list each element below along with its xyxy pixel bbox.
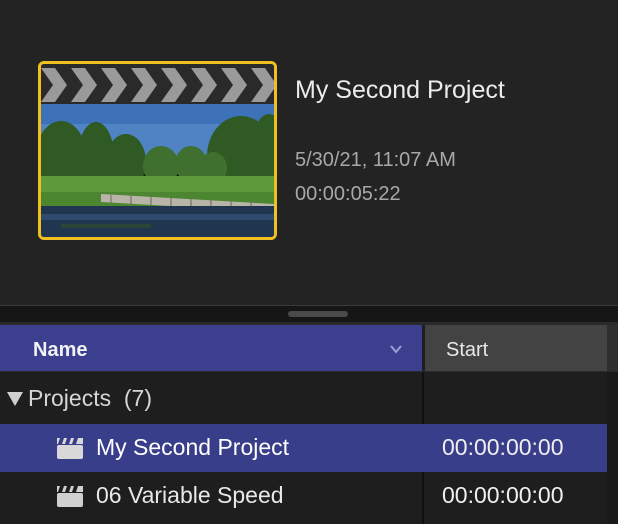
project-date: 5/30/21, 11:07 AM <box>295 149 456 171</box>
column-header-filler <box>607 325 618 371</box>
list-item[interactable]: 06 Variable Speed 00:00:00:00 <box>0 472 607 520</box>
divider-handle[interactable] <box>288 311 348 317</box>
disclosure-triangle-icon[interactable] <box>7 392 23 406</box>
column-header-bar: Name Start <box>0 322 618 372</box>
clapperboard-thumbnail-image <box>41 64 274 237</box>
column-header-name[interactable]: Name <box>0 325 422 371</box>
project-thumbnail[interactable] <box>38 61 277 240</box>
row-start: 00:00:00:00 <box>442 482 564 508</box>
project-duration: 00:00:05:22 <box>295 183 401 205</box>
column-header-start-label: Start <box>446 339 489 361</box>
list-item[interactable]: My Second Project 00:00:00:00 <box>0 424 607 472</box>
row-name: My Second Project <box>96 434 290 460</box>
row-name: 06 Variable Speed <box>96 482 284 508</box>
chevron-down-icon[interactable] <box>388 341 404 357</box>
project-title: My Second Project <box>295 76 505 104</box>
column-header-start[interactable]: Start <box>425 325 607 371</box>
column-header-name-label: Name <box>33 339 88 361</box>
clapperboard-icon <box>57 486 83 507</box>
group-row-projects[interactable]: Projects (7) <box>0 374 607 422</box>
pane-divider[interactable] <box>0 305 618 322</box>
clapperboard-icon <box>57 438 83 459</box>
row-start: 00:00:00:00 <box>442 434 564 460</box>
scrollbar-track[interactable] <box>607 372 618 524</box>
project-list: Projects (7) My Second Project 00:00:00:… <box>0 372 618 524</box>
project-preview-pane: My Second Project 5/30/21, 11:07 AM 00:0… <box>0 0 618 305</box>
group-label: Projects (7) <box>28 385 152 411</box>
